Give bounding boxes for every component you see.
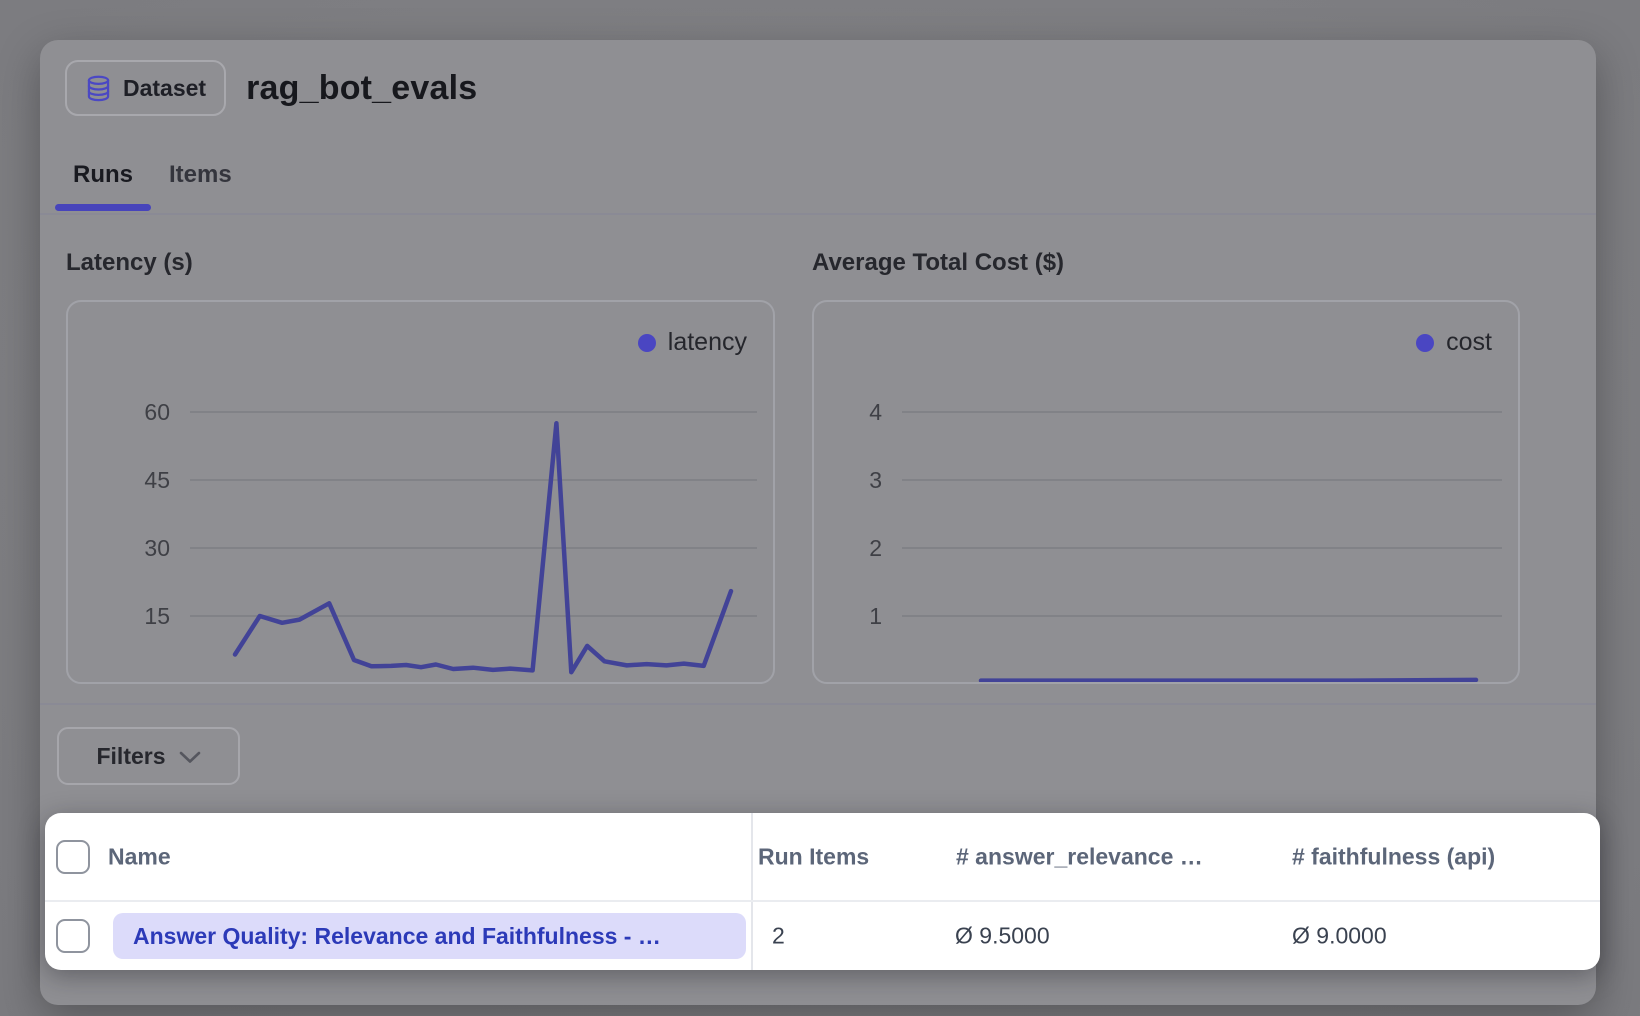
latency-legend-dot xyxy=(638,334,656,352)
tabs: Runs Items xyxy=(55,146,250,204)
runs-table: Name Run Items # answer_relevance … # fa… xyxy=(45,813,1600,970)
latency-legend: latency xyxy=(638,328,747,357)
y-tick-label: 15 xyxy=(144,603,170,629)
tabs-divider xyxy=(40,213,1596,215)
cost-line xyxy=(981,680,1476,681)
cost-chart-title: Average Total Cost ($) xyxy=(812,248,1064,278)
cost-legend-label: cost xyxy=(1446,328,1492,357)
page-title: rag_bot_evals xyxy=(246,69,477,108)
select-all-checkbox[interactable] xyxy=(56,840,90,874)
answer-relevance-value: Ø 9.5000 xyxy=(955,923,1050,950)
column-header-name[interactable]: Name xyxy=(108,843,171,870)
chevron-down-icon xyxy=(179,743,201,770)
cost-chart-plot: 4 3 2 1 xyxy=(814,302,1518,682)
latency-legend-label: latency xyxy=(668,328,747,357)
cost-legend-dot xyxy=(1416,334,1434,352)
filters-button-label: Filters xyxy=(96,743,165,770)
table-row: Answer Quality: Relevance and Faithfulne… xyxy=(45,902,1600,970)
table-header-row: Name Run Items # answer_relevance … # fa… xyxy=(45,813,1600,900)
active-tab-indicator xyxy=(55,204,151,211)
y-tick-label: 30 xyxy=(144,535,170,561)
database-icon xyxy=(85,74,112,103)
y-tick-label: 45 xyxy=(144,467,170,493)
screen: Dataset rag_bot_evals Runs Items Latency… xyxy=(0,0,1640,1016)
run-items-value: 2 xyxy=(772,923,785,950)
faithfulness-value: Ø 9.0000 xyxy=(1292,923,1387,950)
run-name-link[interactable]: Answer Quality: Relevance and Faithfulne… xyxy=(113,913,746,959)
latency-chart: 60 45 30 15 latency xyxy=(66,300,775,684)
y-tick-label: 4 xyxy=(869,399,882,425)
latency-chart-plot: 60 45 30 15 xyxy=(68,302,773,682)
dataset-header: Dataset rag_bot_evals xyxy=(65,62,477,114)
filters-button[interactable]: Filters xyxy=(57,727,240,785)
y-tick-label: 2 xyxy=(869,535,882,561)
cost-chart: 4 3 2 1 cost xyxy=(812,300,1520,684)
tab-items[interactable]: Items xyxy=(151,146,250,204)
column-header-faithfulness[interactable]: # faithfulness (api) xyxy=(1292,843,1495,870)
column-header-answer-relevance[interactable]: # answer_relevance … xyxy=(956,843,1203,870)
column-header-run-items[interactable]: Run Items xyxy=(758,843,869,870)
cost-legend: cost xyxy=(1416,328,1492,357)
dataset-badge: Dataset xyxy=(65,60,226,116)
latency-chart-title: Latency (s) xyxy=(66,248,193,278)
y-tick-label: 3 xyxy=(869,467,882,493)
y-tick-label: 1 xyxy=(869,603,882,629)
filters-divider xyxy=(40,703,1596,705)
tab-runs[interactable]: Runs xyxy=(55,146,151,204)
row-checkbox[interactable] xyxy=(56,919,90,953)
tab-runs-label: Runs xyxy=(73,161,133,189)
y-tick-label: 60 xyxy=(144,399,170,425)
dataset-badge-label: Dataset xyxy=(123,75,206,102)
tab-items-label: Items xyxy=(169,161,232,189)
